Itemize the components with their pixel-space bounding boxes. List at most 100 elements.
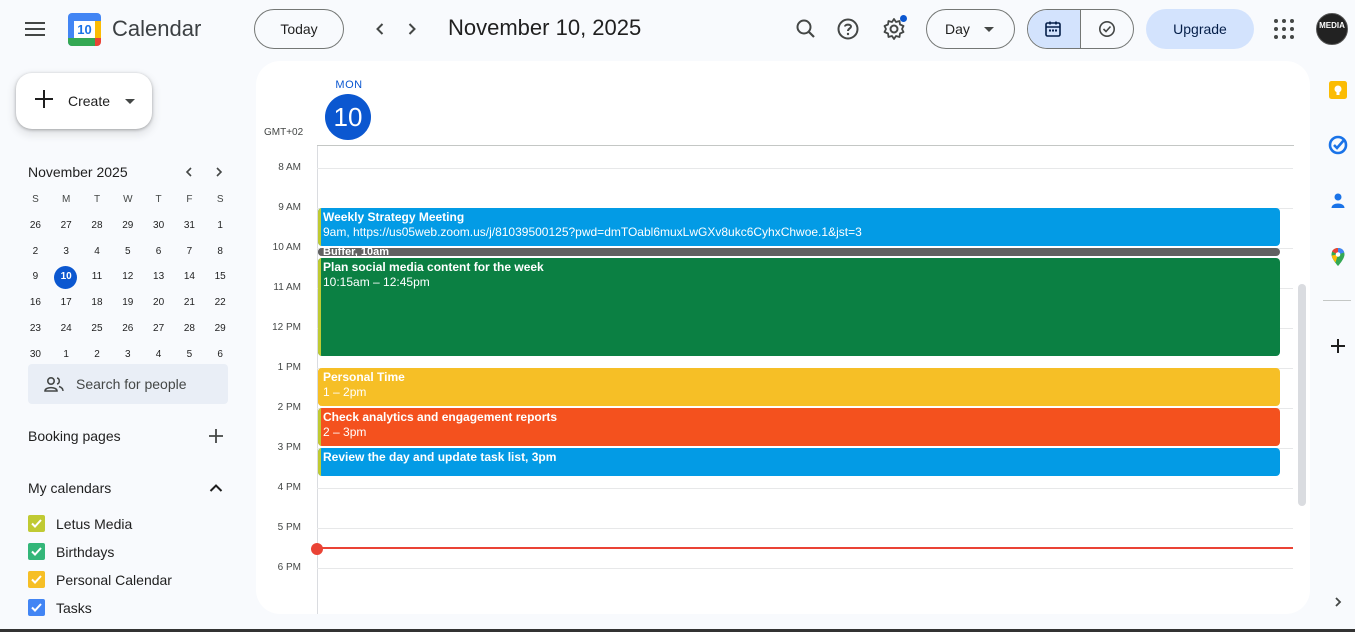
apps-grid-icon[interactable] — [1274, 19, 1294, 39]
tasks-view-toggle[interactable] — [1082, 10, 1133, 48]
event-color-bar — [318, 448, 321, 476]
day-of-week: MON — [335, 79, 363, 91]
calendar-event[interactable]: Weekly Strategy Meeting 9am, https://us05… — [318, 208, 1280, 246]
mini-day[interactable]: 26 — [20, 214, 51, 240]
mini-day-number: 4 — [94, 245, 100, 257]
mini-day[interactable]: 21 — [174, 291, 205, 317]
mini-day-today[interactable]: 10 — [51, 265, 82, 291]
account-avatar[interactable]: MEDIA — [1316, 13, 1348, 45]
next-day-button[interactable] — [400, 17, 424, 41]
mini-day[interactable]: 29 — [112, 214, 143, 240]
hour-label: 5 PM — [277, 522, 301, 533]
mini-day[interactable]: 4 — [82, 240, 113, 266]
mini-day[interactable]: 18 — [82, 291, 113, 317]
app-title[interactable]: Calendar — [112, 16, 201, 42]
mini-day[interactable]: 28 — [82, 214, 113, 240]
mini-next-month-button[interactable] — [211, 163, 227, 181]
previous-day-button[interactable] — [368, 17, 392, 41]
mini-day-number: 17 — [60, 297, 72, 309]
mini-day[interactable]: 13 — [143, 265, 174, 291]
mini-day-number: 4 — [155, 348, 162, 360]
keep-button[interactable] — [1327, 79, 1349, 101]
settings-button[interactable] — [880, 15, 908, 43]
mini-day[interactable]: 15 — [205, 265, 236, 291]
mini-day[interactable]: 23 — [20, 317, 51, 343]
calendar-event[interactable]: Review the day and update task list, 3pm — [318, 448, 1280, 476]
dropdown-caret-icon — [984, 27, 994, 32]
contacts-button[interactable] — [1327, 190, 1349, 212]
calendar-event[interactable]: Plan social media content for the week 10… — [318, 258, 1280, 356]
show-side-panel-button[interactable] — [1327, 591, 1349, 613]
main-menu-icon[interactable] — [22, 18, 48, 40]
mini-day[interactable]: 5 — [112, 240, 143, 266]
calendar-view-toggle[interactable] — [1028, 10, 1081, 48]
calendar-event[interactable]: Buffer, 10am — [318, 248, 1280, 256]
mini-day[interactable]: 3 — [51, 240, 82, 266]
mini-day[interactable]: 19 — [112, 291, 143, 317]
mini-day[interactable]: 25 — [82, 317, 113, 343]
event-color-bar — [318, 258, 321, 356]
mini-day[interactable]: 28 — [174, 317, 205, 343]
mini-day[interactable]: 2 — [20, 240, 51, 266]
hour-gridline — [317, 528, 1293, 529]
time-grid[interactable]: 7 AM8 AM9 AM10 AM11 AM12 PM1 PM2 PM3 PM4… — [256, 146, 1310, 614]
maps-button[interactable] — [1327, 246, 1349, 268]
mini-day[interactable]: 12 — [112, 265, 143, 291]
mini-day[interactable]: 20 — [143, 291, 174, 317]
search-button[interactable] — [792, 15, 820, 43]
search-people-input[interactable]: Search for people — [28, 364, 228, 404]
mini-day-number: 26 — [122, 322, 134, 334]
upgrade-button[interactable]: Upgrade — [1146, 9, 1254, 49]
mini-prev-month-button[interactable] — [181, 163, 197, 181]
today-button[interactable]: Today — [254, 9, 344, 49]
mini-day-number: 2 — [32, 245, 39, 257]
event-title: Buffer, 10am — [323, 248, 390, 256]
mini-day[interactable]: 7 — [174, 240, 205, 266]
mini-day[interactable]: 16 — [20, 291, 51, 317]
mini-day[interactable]: 6 — [143, 240, 174, 266]
my-calendars-heading[interactable]: My calendars — [28, 480, 111, 496]
keep-icon — [1329, 81, 1347, 99]
mini-day[interactable]: 30 — [143, 214, 174, 240]
mini-day[interactable]: 27 — [51, 214, 82, 240]
calendar-label: Personal Calendar — [56, 572, 172, 588]
event-color-bar — [318, 368, 321, 406]
mini-day[interactable]: 17 — [51, 291, 82, 317]
mini-day[interactable]: 8 — [205, 240, 236, 266]
mini-day-number: 9 — [32, 271, 39, 283]
mini-day[interactable]: 9 — [20, 265, 51, 291]
people-icon — [44, 376, 64, 392]
view-select[interactable]: Day — [926, 9, 1015, 49]
mini-week-row: 26 27 28 29 30 31 1 — [20, 214, 236, 240]
mini-day[interactable]: 24 — [51, 317, 82, 343]
day-number[interactable]: 10 — [325, 94, 371, 140]
calendar-checkbox[interactable] — [28, 599, 45, 616]
checkmark-icon — [31, 547, 42, 556]
mini-day[interactable]: 14 — [174, 265, 205, 291]
day-header[interactable]: MON 10 — [325, 79, 373, 140]
scrollbar[interactable] — [1298, 284, 1306, 506]
chevron-left-icon — [185, 167, 192, 177]
calendar-checkbox[interactable] — [28, 515, 45, 532]
mini-day[interactable]: 11 — [82, 265, 113, 291]
mini-day[interactable]: 31 — [174, 214, 205, 240]
mini-day[interactable]: 1 — [205, 214, 236, 240]
tasks-button[interactable] — [1327, 134, 1349, 156]
plus-icon — [34, 89, 54, 109]
get-addons-button[interactable] — [1327, 335, 1349, 357]
calendar-checkbox[interactable] — [28, 543, 45, 560]
mini-day[interactable]: 26 — [112, 317, 143, 343]
calendar-checkbox[interactable] — [28, 571, 45, 588]
calendar-event[interactable]: Personal Time 1 – 2pm — [318, 368, 1280, 406]
event-title: Check analytics and engagement reports — [323, 410, 558, 424]
add-booking-page-button[interactable] — [207, 427, 225, 445]
calendar-event[interactable]: Check analytics and engagement reports 2 … — [318, 408, 1280, 446]
mini-day[interactable]: 27 — [143, 317, 174, 343]
mini-day[interactable]: 29 — [205, 317, 236, 343]
collapse-my-calendars-button[interactable] — [207, 479, 225, 497]
mini-day-number: 16 — [29, 297, 41, 309]
help-button[interactable] — [834, 15, 862, 43]
create-button[interactable]: Create — [16, 73, 152, 129]
mini-day-number: 19 — [122, 297, 134, 309]
mini-day[interactable]: 22 — [205, 291, 236, 317]
